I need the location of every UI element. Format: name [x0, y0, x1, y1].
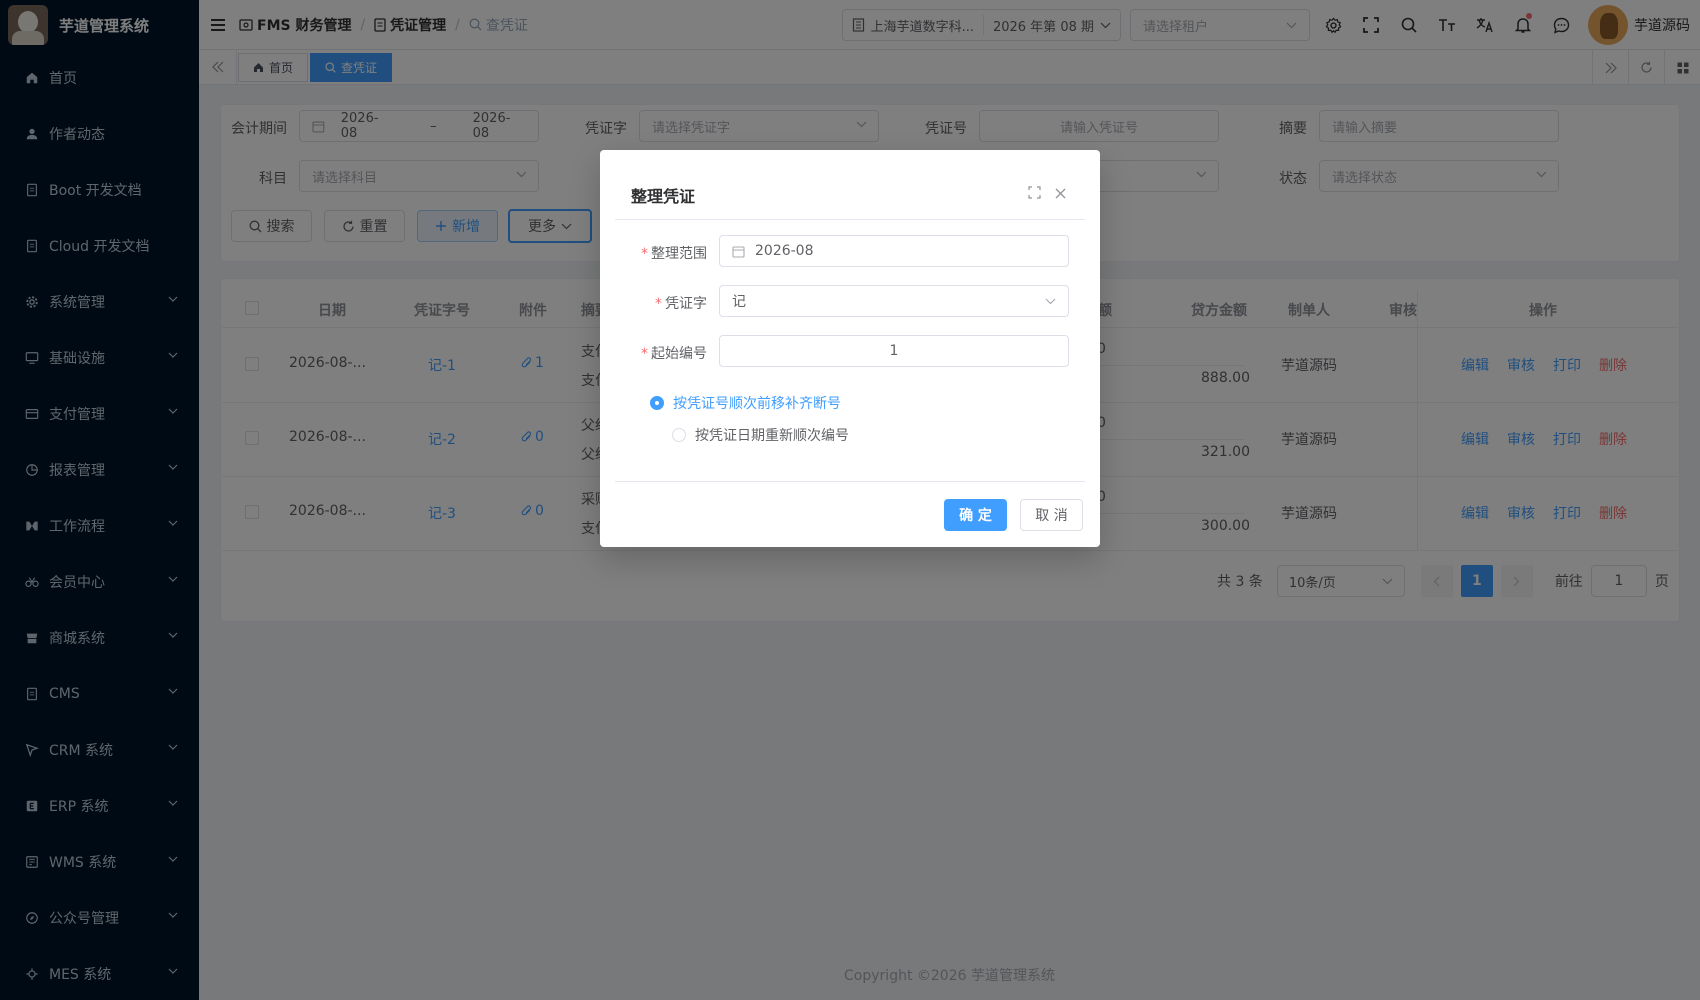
dialog-footer-divider	[615, 481, 1085, 482]
dialog-header-divider	[615, 219, 1085, 220]
option-fill-gaps[interactable]: 按凭证号顺次前移补齐断号	[650, 393, 841, 413]
range-label: * 整理范围	[641, 246, 707, 262]
organize-voucher-dialog: 整理凭证 * 整理范围 2026-08 * 凭证字 记 * 起始编号 1 按凭证号顺次…	[600, 150, 1100, 547]
option-renumber-by-date[interactable]: 按凭证日期重新顺次编号	[672, 425, 849, 445]
confirm-button[interactable]: 确 定	[944, 499, 1007, 531]
maximize-button[interactable]	[1028, 186, 1041, 203]
range-date-picker[interactable]: 2026-08	[719, 235, 1069, 267]
voucher-word-select[interactable]: 记	[719, 285, 1069, 317]
fullscreen-icon	[1028, 186, 1041, 199]
dialog-title: 整理凭证	[631, 187, 696, 206]
chevron-down-icon	[1045, 298, 1056, 305]
start-no-label: * 起始编号	[641, 346, 707, 362]
close-button[interactable]	[1055, 187, 1066, 203]
cancel-button[interactable]: 取 消	[1020, 499, 1083, 531]
calendar-icon	[732, 245, 745, 258]
radio-unchecked	[672, 428, 686, 442]
start-number-input[interactable]: 1	[719, 335, 1069, 367]
radio-checked	[650, 396, 664, 410]
word-label: * 凭证字	[655, 296, 707, 312]
close-icon	[1055, 188, 1066, 199]
